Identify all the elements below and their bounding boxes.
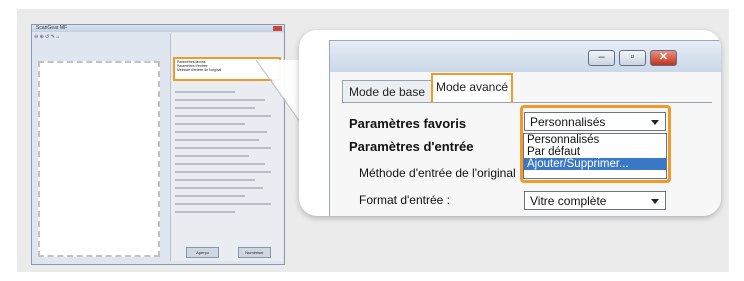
input-method-label: Méthode d'entrée de l'original :	[359, 166, 523, 180]
input-settings-heading: Paramètres d'entrée	[349, 139, 474, 154]
input-format-label: Format d'entrée :	[359, 193, 450, 207]
tab-advanced-mode[interactable]: Mode avancé	[431, 73, 513, 102]
tab-divider	[342, 102, 712, 103]
input-format-value: Vitre complète	[530, 194, 607, 208]
highlight-frame	[520, 105, 671, 183]
window-title-bar: – ▫ ✕	[330, 41, 721, 72]
close-button[interactable]: ✕	[650, 50, 677, 66]
favorites-label: Paramètres favoris	[349, 116, 467, 131]
input-format-select[interactable]: Vitre complète	[524, 191, 666, 210]
chevron-down-icon	[651, 199, 659, 204]
maximize-button[interactable]: ▫	[619, 50, 646, 66]
tab-basic-mode[interactable]: Mode de base	[342, 80, 432, 102]
minimize-button[interactable]: –	[588, 50, 615, 66]
